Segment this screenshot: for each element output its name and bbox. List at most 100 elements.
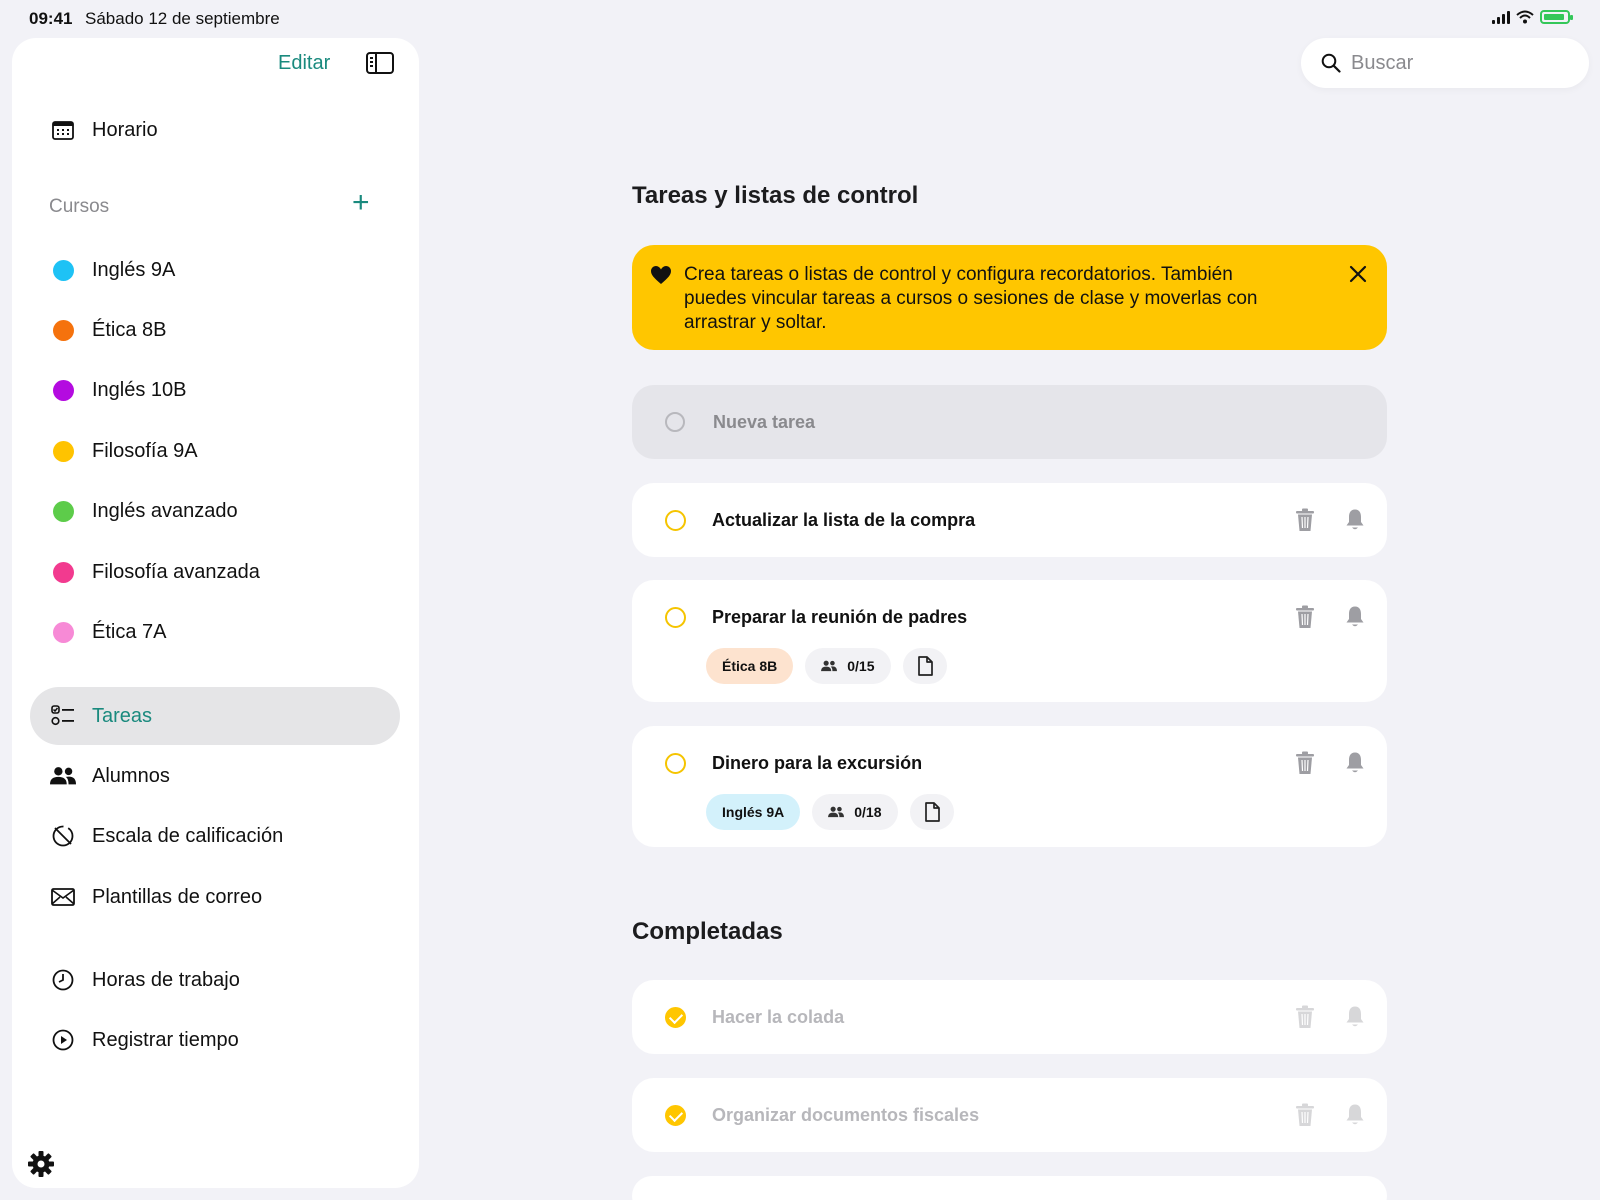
course-label: Inglés 10B <box>92 378 187 401</box>
add-course-button[interactable]: + <box>352 188 370 218</box>
task-title: Hacer la colada <box>712 1007 845 1027</box>
task-title: Preparar la reunión de padres <box>712 607 968 627</box>
completed-task-card[interactable]: Hacer la colada <box>632 980 1387 1054</box>
sidebar-item-label: Alumnos <box>92 764 170 787</box>
task-checkbox[interactable] <box>665 753 686 774</box>
sidebar-item-label: Horario <box>92 118 158 141</box>
task-checkbox[interactable] <box>665 510 686 531</box>
task-chips: Inglés 9A 0/18 <box>706 794 954 830</box>
document-icon <box>917 656 933 676</box>
course-color-dot <box>52 440 74 462</box>
sidebar-item-label: Plantillas de correo <box>92 885 263 908</box>
page-title: Tareas y listas de control <box>632 182 919 209</box>
completed-heading: Completadas <box>632 918 783 945</box>
completed-task-card[interactable]: Organizar documentos fiscales <box>632 1078 1387 1152</box>
new-task-field[interactable]: Nueva tarea <box>632 385 1387 459</box>
course-chip[interactable]: Ética 8B <box>706 648 794 684</box>
bell-icon[interactable] <box>1345 605 1365 629</box>
people-icon <box>821 660 838 672</box>
trash-icon[interactable] <box>1295 1005 1315 1029</box>
sidebar-item-label: Escala de calificación <box>92 824 284 847</box>
sidebar-item-course[interactable]: Filosofía 9A <box>30 422 400 480</box>
task-checkbox[interactable] <box>665 607 686 628</box>
banner-text: Crea tareas o listas de control y config… <box>684 264 1258 333</box>
search-input[interactable] <box>1351 51 1571 75</box>
course-color-dot <box>52 379 74 401</box>
clock-icon <box>50 967 76 993</box>
sidebar-item-students[interactable]: Alumnos <box>30 747 400 805</box>
bell-icon[interactable] <box>1345 751 1365 775</box>
course-label: Inglés avanzado <box>92 499 238 522</box>
task-title: Dinero para la excursión <box>712 753 923 773</box>
task-card[interactable]: Dinero para la excursión Inglés 9A 0/18 <box>632 726 1387 847</box>
cellular-signal-icon <box>1492 10 1510 24</box>
course-color-dot <box>52 319 74 341</box>
heart-icon <box>651 266 671 284</box>
task-chips: Ética 8B 0/15 <box>706 648 947 684</box>
search-icon <box>1321 53 1341 73</box>
course-label: Ética 8B <box>92 318 167 341</box>
status-date: Sábado 12 de septiembre <box>85 9 280 28</box>
course-label: Inglés 9A <box>92 258 176 281</box>
envelope-icon <box>50 884 76 910</box>
checklist-icon <box>50 703 76 729</box>
play-circle-icon <box>50 1027 76 1053</box>
battery-icon <box>1540 10 1573 24</box>
students-count-chip[interactable]: 0/15 <box>805 648 891 684</box>
course-color-dot <box>52 561 74 583</box>
sidebar-item-grading[interactable]: Escala de calificación <box>30 807 400 865</box>
task-card[interactable]: Preparar la reunión de padres Ética 8B 0… <box>632 580 1387 702</box>
course-label: Filosofía 9A <box>92 439 198 462</box>
sidebar-item-tasks[interactable]: Tareas <box>30 687 400 745</box>
sidebar-item-work-hours[interactable]: Horas de trabajo <box>30 951 400 1009</box>
sidebar-item-course[interactable]: Filosofía avanzada <box>30 543 400 601</box>
trash-icon[interactable] <box>1295 605 1315 629</box>
sidebar-item-schedule[interactable]: Horario <box>30 101 400 159</box>
info-banner: Crea tareas o listas de control y config… <box>632 245 1387 350</box>
people-icon <box>828 806 845 818</box>
course-chip[interactable]: Inglés 9A <box>706 794 801 830</box>
edit-button[interactable]: Editar <box>278 52 330 75</box>
sidebar-item-log-time[interactable]: Registrar tiempo <box>30 1011 400 1069</box>
sidebar-item-course[interactable]: Inglés 9A <box>30 241 400 299</box>
students-count: 0/15 <box>847 658 875 674</box>
sidebar-item-course[interactable]: Inglés 10B <box>30 361 400 419</box>
bell-icon[interactable] <box>1345 508 1365 532</box>
close-icon[interactable] <box>1349 265 1367 283</box>
document-icon <box>924 802 940 822</box>
circle-icon <box>665 412 685 432</box>
trash-icon[interactable] <box>1295 1103 1315 1127</box>
grading-scale-icon <box>50 823 76 849</box>
trash-icon[interactable] <box>1295 751 1315 775</box>
people-icon <box>50 763 76 789</box>
course-color-dot <box>52 259 74 281</box>
completed-task-card[interactable] <box>632 1176 1387 1200</box>
courses-heading: Cursos <box>49 196 110 217</box>
course-label: Ética 7A <box>92 620 167 643</box>
task-checkbox-checked[interactable] <box>665 1007 686 1028</box>
task-checkbox-checked[interactable] <box>665 1105 686 1126</box>
task-card[interactable]: Actualizar la lista de la compra <box>632 483 1387 557</box>
calendar-icon <box>50 117 76 143</box>
sidebar-item-label: Tareas <box>92 704 153 727</box>
sidebar-item-course[interactable]: Inglés avanzado <box>30 482 400 540</box>
sidebar-toggle-icon[interactable] <box>366 52 394 74</box>
gear-icon[interactable] <box>27 1150 55 1183</box>
bell-icon[interactable] <box>1345 1103 1365 1127</box>
trash-icon[interactable] <box>1295 508 1315 532</box>
course-color-dot <box>52 500 74 522</box>
task-title: Actualizar la lista de la compra <box>712 510 976 530</box>
students-count: 0/18 <box>854 804 882 820</box>
document-chip[interactable] <box>902 648 947 684</box>
sidebar-item-label: Registrar tiempo <box>92 1028 239 1051</box>
course-color-dot <box>52 621 74 643</box>
sidebar-item-course[interactable]: Ética 7A <box>30 603 400 661</box>
document-chip[interactable] <box>909 794 954 830</box>
sidebar: Editar Horario Cursos + Inglés 9A Ética … <box>12 38 419 1188</box>
students-count-chip[interactable]: 0/18 <box>812 794 898 830</box>
search-bar[interactable] <box>1301 38 1589 88</box>
sidebar-item-mail-templates[interactable]: Plantillas de correo <box>30 868 400 926</box>
sidebar-item-course[interactable]: Ética 8B <box>30 301 400 359</box>
bell-icon[interactable] <box>1345 1005 1365 1029</box>
wifi-icon <box>1516 10 1534 24</box>
